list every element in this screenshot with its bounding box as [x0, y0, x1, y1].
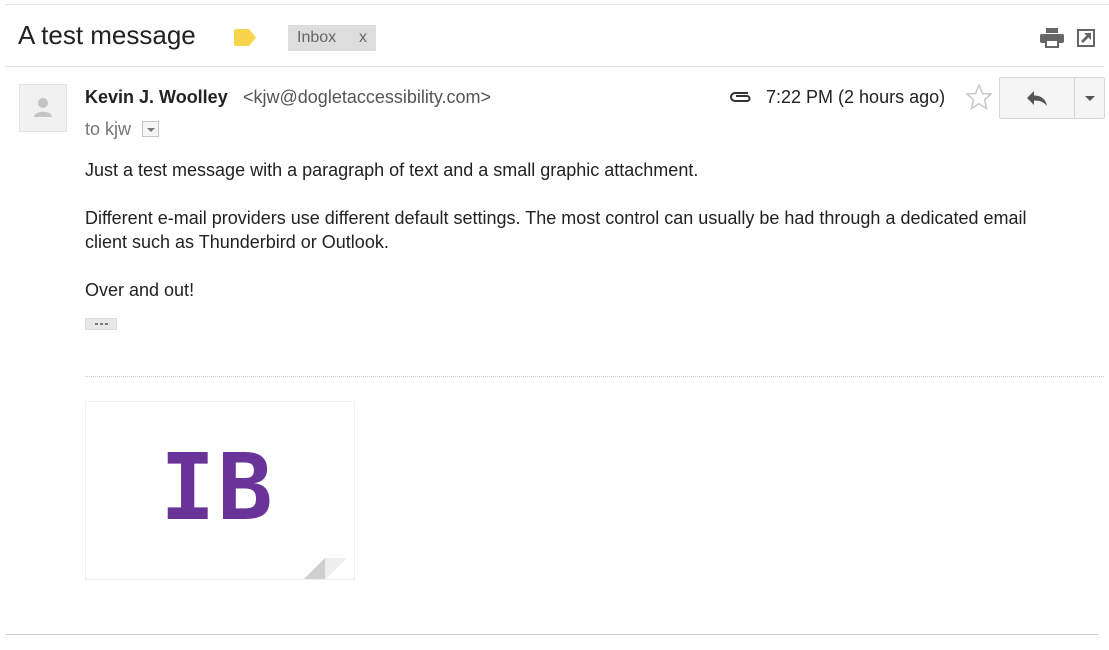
label-tag-icon[interactable]: [234, 29, 256, 46]
star-outline-icon[interactable]: [966, 84, 992, 110]
reply-button-group: [999, 77, 1105, 119]
inbox-label-chip[interactable]: Inbox x: [288, 25, 376, 51]
printer-icon[interactable]: [1040, 28, 1064, 48]
sender-email: <kjw@dogletaccessibility.com>: [243, 87, 492, 107]
recipients-line: to kjw: [85, 119, 132, 139]
page-curl-icon: [295, 548, 354, 579]
reply-arrow-icon: [1027, 91, 1047, 106]
person-icon: [34, 98, 52, 117]
body-paragraph: Just a test message with a paragraph of …: [85, 160, 699, 180]
message-timestamp: 7:22 PM (2 hours ago): [766, 87, 946, 107]
sender-name[interactable]: Kevin J. Woolley: [85, 87, 228, 108]
message-subject: A test message: [18, 20, 196, 50]
subject-divider: [5, 66, 1104, 67]
show-trimmed-content-button[interactable]: [85, 318, 117, 330]
attachment-thumbnail[interactable]: IB: [85, 401, 355, 580]
remove-label-button[interactable]: x: [359, 25, 367, 51]
message-body: Just a test message with a paragraph of …: [85, 158, 1065, 326]
paperclip-icon: [730, 92, 751, 102]
show-details-dropdown[interactable]: [142, 121, 159, 137]
attachment-preview-text: IB: [160, 434, 275, 541]
body-paragraph: Different e-mail providers use different…: [85, 208, 1027, 252]
open-in-new-window-icon[interactable]: [1076, 28, 1096, 48]
attachments-divider: [85, 376, 1104, 377]
sender-avatar[interactable]: [19, 84, 67, 132]
body-paragraph: Over and out!: [85, 280, 195, 300]
inbox-label-text: Inbox: [297, 29, 337, 46]
reply-button[interactable]: [1000, 78, 1074, 118]
message-bottom-divider: [5, 634, 1099, 635]
subject-bar: A test message Inbox x: [0, 0, 1109, 67]
more-actions-dropdown[interactable]: [1074, 78, 1105, 118]
